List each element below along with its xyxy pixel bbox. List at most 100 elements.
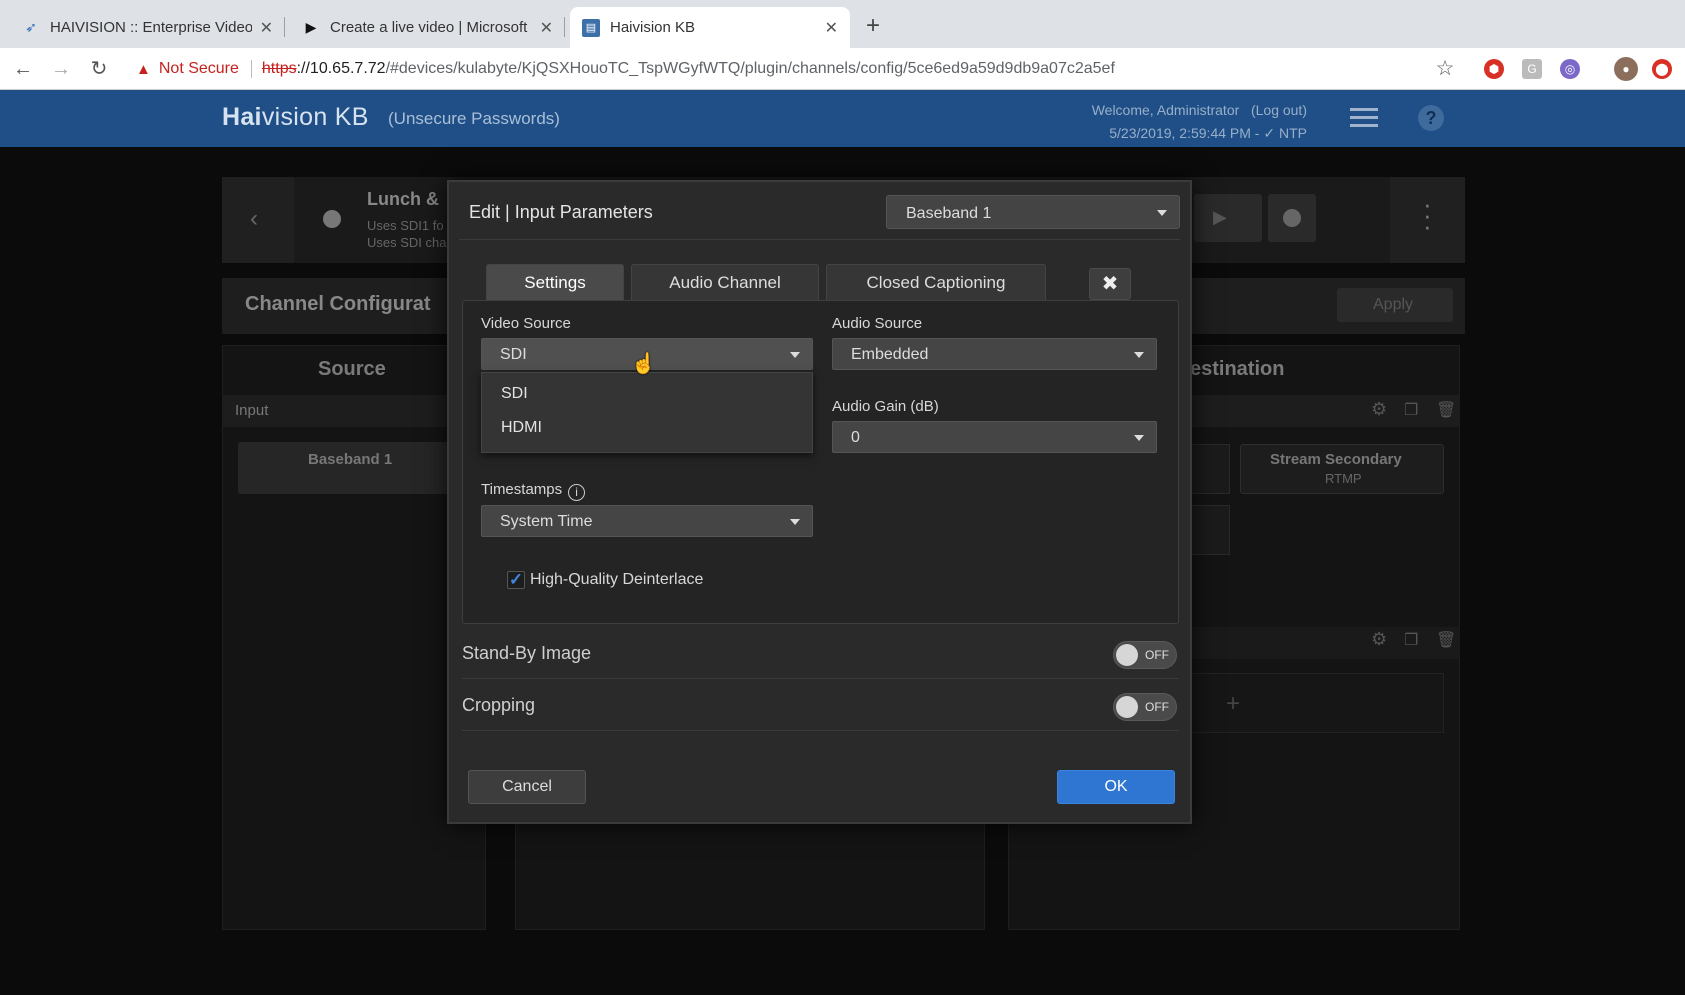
checkmark-icon: ✓ [508, 570, 524, 589]
plus-icon: + [1226, 690, 1241, 717]
url-field[interactable]: ▲ Not Secure https ://10.65.7.72 /#devic… [136, 60, 1115, 78]
input-card-label: Baseband 1 [308, 451, 393, 468]
toggle-state: OFF [1145, 648, 1169, 662]
info-icon[interactable]: i [568, 484, 586, 501]
extension-g-icon[interactable]: G [1522, 59, 1542, 79]
audio-source-dropdown[interactable]: Embedded [832, 338, 1157, 370]
browser-tab-haivision[interactable]: ➶ HAIVISION :: Enterprise Video ✕ [10, 7, 285, 48]
help-icon[interactable]: ? [1418, 105, 1444, 131]
close-tab-icon[interactable]: ✕ [825, 18, 838, 38]
brand-logo[interactable]: Haivision KB [222, 103, 369, 132]
destination-header: estination [1190, 358, 1285, 380]
app-header: Haivision KB (Unsecure Passwords) Welcom… [0, 90, 1685, 147]
audio-gain-dropdown[interactable]: 0 [832, 421, 1157, 453]
tab-closed-captioning[interactable]: Closed Captioning [826, 264, 1046, 300]
copy-icon[interactable]: ❐ [1404, 630, 1418, 650]
tab-settings[interactable]: Settings [486, 264, 624, 300]
chevron-left-icon: ‹ [250, 205, 258, 232]
edit-input-parameters-modal: Edit | Input Parameters Baseband 1 Setti… [447, 180, 1192, 824]
trash-icon[interactable]: 🗑 [1436, 400, 1456, 420]
timestamps-value: System Time [500, 513, 593, 530]
profile-avatar-icon[interactable]: ● [1614, 57, 1638, 81]
destination-card-partial-2[interactable] [1190, 505, 1230, 555]
input-select[interactable]: Baseband 1 [886, 195, 1180, 229]
caret-down-icon [1134, 352, 1144, 358]
browser-tab-microsoft[interactable]: ▶ Create a live video | Microsoft ✕ [290, 7, 565, 48]
audio-gain-value: 0 [851, 429, 860, 446]
tab-audio-channel[interactable]: Audio Channel [631, 264, 819, 300]
security-status: Not Secure [158, 60, 239, 77]
haivision-bird-icon: ➶ [25, 19, 37, 35]
reload-icon[interactable]: ↻ [86, 56, 112, 82]
settings-panel: Video Source SDI SDI HDMI Audio Source E… [462, 300, 1179, 624]
timestamps-dropdown[interactable]: System Time [481, 505, 813, 537]
url-scheme: https [261, 60, 297, 77]
hand-pointer-cursor-icon: ☝ [631, 353, 656, 375]
caret-down-icon [790, 352, 800, 358]
tab-title: HAIVISION :: Enterprise Video [50, 19, 252, 36]
user-info: Welcome, Administrator (Log out) 5/23/20… [1091, 102, 1307, 141]
video-source-option-sdi[interactable]: SDI [501, 385, 528, 403]
trash-icon[interactable]: 🗑 [1436, 630, 1456, 650]
logout-link[interactable]: (Log out) [1251, 102, 1307, 118]
brand-bold: Hai [222, 103, 262, 131]
extension-adblock-icon[interactable]: ⬢ [1484, 59, 1504, 79]
url-separator [250, 60, 252, 78]
input-card-baseband[interactable] [238, 442, 468, 494]
url-path: /#devices/kulabyte/KjQSXHouoTC_TspWGyfWT… [385, 60, 1115, 77]
close-tab-icon[interactable]: ✕ [540, 18, 553, 38]
destination-card-sub: RTMP [1325, 471, 1362, 486]
browser-tab-strip: ➶ HAIVISION :: Enterprise Video ✕ ▶ Crea… [0, 0, 1685, 48]
play-triangle-icon: ▶ [305, 19, 317, 35]
audio-source-value: Embedded [851, 346, 929, 363]
destination-card-title: Stream Secondary [1270, 451, 1402, 468]
channel-desc-1: Uses SDI1 fo [367, 218, 444, 233]
warning-triangle-icon: ▲ [136, 60, 151, 78]
caret-down-icon [1157, 210, 1167, 216]
unsecure-passwords-note: (Unsecure Passwords) [388, 109, 560, 128]
bookmark-star-icon[interactable]: ☆ [1432, 56, 1458, 82]
cropping-label: Cropping [462, 695, 536, 715]
row-divider [462, 730, 1179, 731]
caret-down-icon [1134, 435, 1144, 441]
audio-source-label: Audio Source [832, 315, 923, 332]
brand-rest: vision KB [261, 103, 369, 131]
hamburger-menu-icon[interactable] [1350, 108, 1378, 128]
back-arrow-icon[interactable]: ← [10, 56, 36, 82]
tab-title: Haivision KB [610, 19, 696, 36]
toggle-state: OFF [1145, 700, 1169, 714]
audio-gain-label: Audio Gain (dB) [832, 398, 939, 415]
gear-icon[interactable]: ⚙ [1371, 629, 1387, 650]
url-host: ://10.65.7.72 [296, 60, 386, 77]
video-source-value: SDI [500, 346, 527, 363]
video-source-option-hdmi[interactable]: HDMI [501, 419, 542, 437]
channel-config-title: Channel Configurat [245, 293, 431, 315]
cropping-toggle[interactable]: OFF [1113, 693, 1177, 721]
address-bar: ← → ↻ ▲ Not Secure https ://10.65.7.72 /… [0, 48, 1685, 90]
cancel-button[interactable]: Cancel [468, 770, 586, 804]
new-tab-button[interactable]: + [866, 12, 880, 40]
channel-status-dot [323, 210, 341, 228]
standby-image-toggle[interactable]: OFF [1113, 641, 1177, 669]
modal-title: Edit | Input Parameters [469, 202, 653, 222]
toggle-knob [1116, 696, 1138, 718]
ok-button[interactable]: OK [1057, 770, 1175, 804]
toggle-knob [1116, 644, 1138, 666]
channel-desc-2: Uses SDI cha [367, 235, 447, 250]
browser-tab-haivision-kb[interactable]: ▤ Haivision KB ✕ [570, 7, 850, 48]
extension-record-icon[interactable]: ⬤ [1652, 59, 1672, 79]
play-button[interactable] [1194, 194, 1262, 242]
wrench-tools-icon[interactable]: ✖ [1089, 268, 1131, 300]
forward-arrow-icon[interactable]: → [48, 56, 74, 82]
timestamps-label-text: Timestamps [481, 481, 563, 498]
destination-card-partial[interactable] [1190, 444, 1230, 494]
copy-icon[interactable]: ❐ [1404, 400, 1418, 420]
gear-icon[interactable]: ⚙ [1371, 399, 1387, 420]
deinterlace-checkbox[interactable]: ✓ [507, 571, 525, 589]
deinterlace-label: High-Quality Deinterlace [530, 571, 704, 588]
extension-ribbon-icon[interactable]: ◎ [1560, 59, 1580, 79]
kebab-menu-icon: · · · [1423, 189, 1432, 241]
close-tab-icon[interactable]: ✕ [260, 18, 273, 38]
back-button[interactable] [222, 177, 294, 263]
record-dot-icon [1283, 209, 1301, 227]
